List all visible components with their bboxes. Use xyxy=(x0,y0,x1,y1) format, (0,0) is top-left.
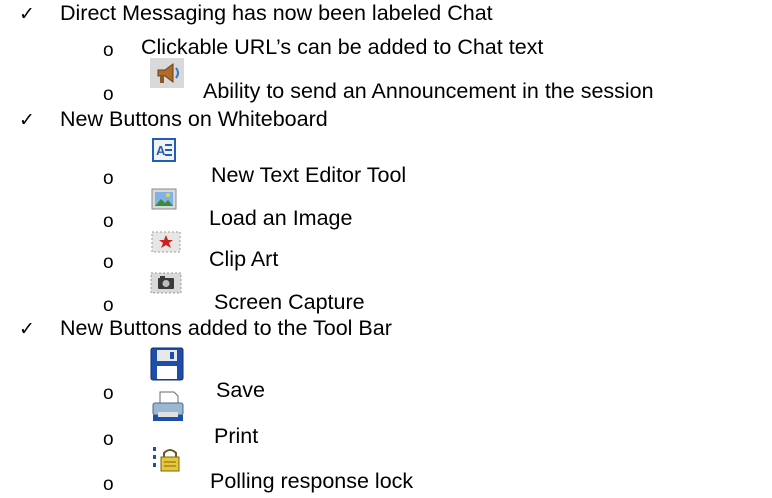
checkmark-bullet: ✓ xyxy=(19,3,35,25)
list-bullet: o xyxy=(103,252,114,273)
list-bullet: o xyxy=(103,474,114,495)
svg-text:A: A xyxy=(156,143,166,158)
clip-art-icon xyxy=(151,231,181,253)
list-bullet: o xyxy=(103,84,114,105)
printer-icon xyxy=(152,391,184,421)
text-editor-icon: A xyxy=(152,138,176,162)
list-item-text: Screen Capture xyxy=(214,290,365,314)
list-item-text: Polling response lock xyxy=(210,469,414,493)
image-icon xyxy=(151,188,177,210)
list-bullet: o xyxy=(103,211,114,232)
list-item-text: Print xyxy=(214,424,259,448)
list-bullet: o xyxy=(103,168,114,189)
list-item-text: Clip Art xyxy=(209,247,279,271)
list-bullet: o xyxy=(103,429,114,450)
megaphone-icon xyxy=(150,58,184,88)
checkmark-bullet: ✓ xyxy=(19,109,35,131)
camera-icon xyxy=(150,272,182,294)
checkmark-bullet: ✓ xyxy=(19,318,35,340)
list-item-text: Clickable URL’s can be added to Chat tex… xyxy=(141,35,544,59)
list-bullet: o xyxy=(103,383,114,404)
polling-lock-icon xyxy=(153,447,180,472)
section-heading: New Buttons added to the Tool Bar xyxy=(60,316,392,340)
list-bullet: o xyxy=(103,40,114,61)
list-item-text: Load an Image xyxy=(209,206,353,230)
list-item-text: New Text Editor Tool xyxy=(211,163,407,187)
section-heading: New Buttons on Whiteboard xyxy=(60,107,328,131)
list-item-text: Save xyxy=(216,378,266,402)
list-item-text: Ability to send an Announcement in the s… xyxy=(203,79,654,103)
floppy-disk-icon xyxy=(150,347,184,381)
section-heading: Direct Messaging has now been labeled Ch… xyxy=(60,1,493,25)
